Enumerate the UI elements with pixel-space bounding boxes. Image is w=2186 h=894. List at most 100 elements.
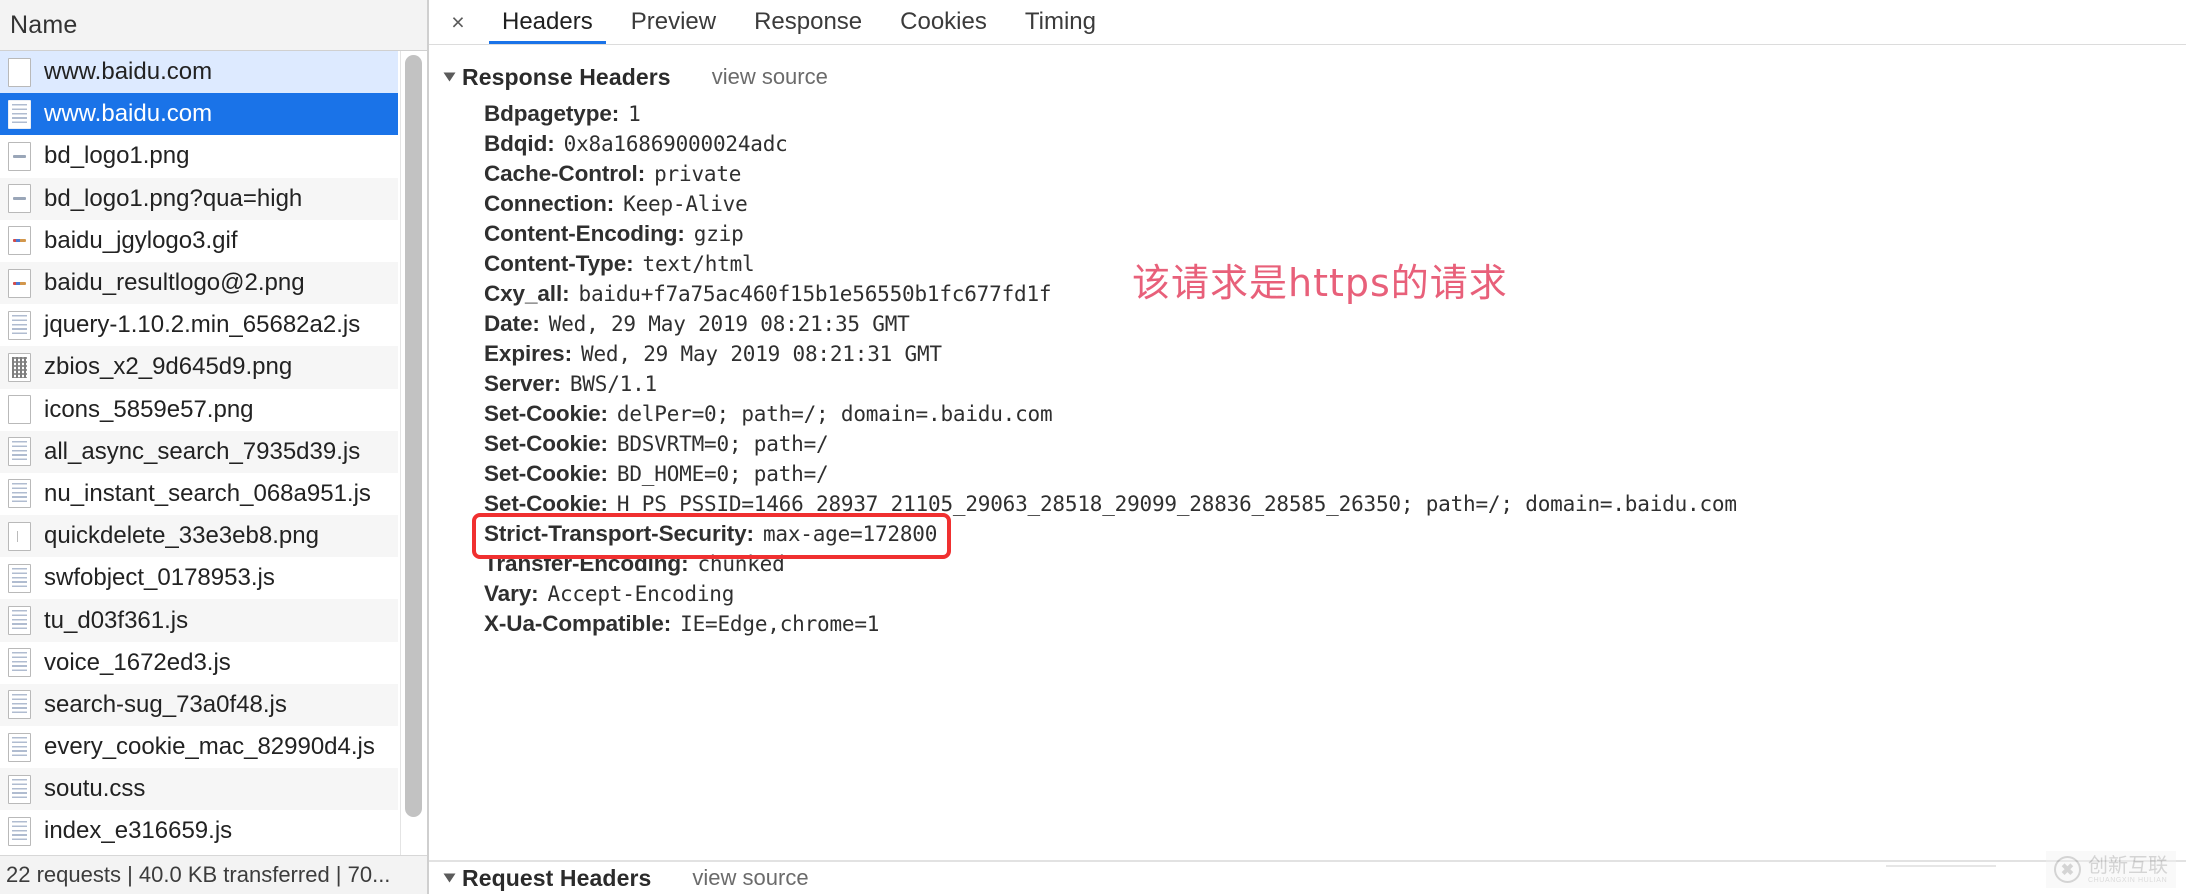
close-icon[interactable]: ×	[441, 5, 475, 39]
list-item[interactable]: bd_logo1.png?qua=high	[0, 177, 398, 220]
response-header-row[interactable]: Bdqid: 0x8a16869000024adc	[429, 131, 2186, 161]
request-headers-title: Request Headers	[462, 864, 652, 891]
watermark-rule	[1886, 865, 1996, 867]
img-mark	[13, 281, 26, 285]
list-item-label: www.baidu.com	[44, 58, 213, 86]
response-header-row[interactable]: X-Ua-Compatible: IE=Edge,chrome=1	[429, 611, 2186, 641]
response-headers-section: Response Headers view source Bdpagetype:…	[429, 45, 2186, 641]
list-item[interactable]: jquery-1.10.2.min_65682a2.js	[0, 304, 398, 347]
request-list[interactable]: www.baidu.com www.baidu.com bd_logo1.pngbd…	[0, 51, 398, 855]
chevron-down-icon-request[interactable]	[443, 873, 456, 883]
header-name: Set-Cookie:	[484, 491, 608, 516]
list-item[interactable]: swfobject_0178953.js	[0, 557, 398, 600]
header-name: Expires:	[484, 341, 572, 366]
list-item-label: every_cookie_mac_82990d4.js	[44, 733, 375, 761]
response-header-row[interactable]: Server: BWS/1.1	[429, 371, 2186, 401]
tab-timing[interactable]: Timing	[1006, 0, 1115, 44]
list-item[interactable]: all_async_search_7935d39.js	[0, 430, 398, 473]
img-mark	[13, 154, 26, 158]
chevron-down-icon[interactable]	[443, 72, 456, 82]
header-name: Content-Encoding:	[484, 221, 685, 246]
list-item[interactable]: baidu_resultlogo@2.png	[0, 261, 398, 305]
header-value: chunked	[697, 552, 785, 576]
status-bar-text: 22 requests | 40.0 KB transferred | 70..…	[6, 862, 391, 887]
list-item[interactable]: icons_5859e57.png	[0, 388, 398, 431]
list-item[interactable]: search-sug_73a0f48.js	[0, 683, 398, 726]
list-item[interactable]: tu_d03f361.js	[0, 599, 398, 642]
response-header-row[interactable]: Expires: Wed, 29 May 2019 08:21:31 GMT	[429, 341, 2186, 371]
document-icon	[8, 57, 31, 87]
list-item-label: icons_5859e57.png	[44, 395, 254, 423]
response-header-rows: Bdpagetype: 1 Bdqid: 0x8a16869000024adc Cach…	[429, 95, 2186, 641]
blank-image-icon	[8, 395, 31, 425]
doc-lines	[12, 652, 27, 674]
response-header-row[interactable]: Vary: Accept-Encoding	[429, 581, 2186, 611]
header-value: 0x8a16869000024adc	[563, 132, 788, 156]
list-item[interactable]: www.baidu.com	[0, 93, 398, 136]
response-header-row[interactable]: Set-Cookie: H_PS_PSSID=1466_28937_21105_2…	[429, 491, 2186, 521]
network-status-bar: 22 requests | 40.0 KB transferred | 70..…	[0, 855, 427, 894]
list-item[interactable]: soutu.css	[0, 768, 398, 811]
header-name: Set-Cookie:	[484, 401, 608, 426]
tab-response[interactable]: Response	[735, 0, 881, 44]
response-header-row[interactable]: Set-Cookie: BD_HOME=0; path=/	[429, 461, 2186, 491]
response-headers-title-row[interactable]: Response Headers view source	[429, 59, 2186, 95]
list-item[interactable]: voice_1672ed3.js	[0, 641, 398, 684]
tab-preview[interactable]: Preview	[612, 0, 735, 44]
doc-lines	[12, 610, 27, 632]
response-header-row[interactable]: Cache-Control: private	[429, 161, 2186, 191]
list-item[interactable]: bd_logo1.png	[0, 135, 398, 178]
response-header-row[interactable]: Bdpagetype: 1	[429, 101, 2186, 131]
tab-headers[interactable]: Headers	[483, 0, 612, 44]
script-icon	[8, 690, 31, 720]
column-header-name[interactable]: Name	[0, 0, 427, 51]
response-header-row[interactable]: Transfer-Encoding: chunked	[429, 551, 2186, 581]
response-view-source-link[interactable]: view source	[712, 64, 828, 90]
list-item-label: quickdelete_33e3eb8.png	[44, 522, 319, 550]
request-list-scrollbar[interactable]	[400, 51, 426, 855]
list-item-label: zbios_x2_9d645d9.png	[44, 353, 293, 381]
header-name: Bdpagetype:	[484, 101, 620, 126]
list-item[interactable]: quickdelete_33e3eb8.png	[0, 515, 398, 558]
header-value: BDSVRTM=0; path=/	[616, 432, 829, 456]
response-header-row[interactable]: Strict-Transport-Security: max-age=172800	[429, 521, 2186, 551]
list-item-label: bd_logo1.png	[44, 142, 190, 170]
list-item[interactable]: baidu_jgylogo3.gif	[0, 219, 398, 262]
header-value: Keep-Alive	[623, 192, 748, 216]
detail-tabs: Headers Preview Response Cookies Timing	[483, 0, 1115, 44]
img-mark	[13, 197, 26, 201]
list-item-label: jquery-1.10.2.min_65682a2.js	[44, 311, 361, 339]
list-item[interactable]: every_cookie_mac_82990d4.js	[0, 726, 398, 769]
list-item-label: bd_logo1.png?qua=high	[44, 184, 303, 212]
header-value: gzip	[693, 222, 744, 246]
scrollbar-thumb[interactable]	[405, 55, 422, 817]
header-value: 1	[628, 102, 641, 126]
script-icon	[8, 563, 31, 593]
list-item-label: search-sug_73a0f48.js	[44, 690, 287, 718]
tiny-image-icon	[8, 521, 31, 551]
tab-cookies[interactable]: Cookies	[881, 0, 1006, 44]
header-value: H_PS_PSSID=1466_28937_21105_29063_28518_…	[616, 492, 1737, 516]
header-name: Server:	[484, 371, 561, 396]
qr-mark	[12, 356, 27, 378]
list-item[interactable]: www.baidu.com	[0, 51, 398, 94]
list-item[interactable]: nu_instant_search_068a951.js	[0, 472, 398, 516]
script-icon	[8, 648, 31, 678]
response-header-row[interactable]: Connection: Keep-Alive	[429, 191, 2186, 221]
response-header-row[interactable]: Content-Encoding: gzip	[429, 221, 2186, 251]
list-item-label: tu_d03f361.js	[44, 606, 189, 634]
request-view-source-link[interactable]: view source	[692, 865, 808, 891]
header-name: Cache-Control:	[484, 161, 646, 186]
image-icon	[8, 141, 31, 171]
tiny-mark	[17, 530, 22, 542]
column-header-label: Name	[10, 10, 78, 39]
script-icon	[8, 816, 31, 846]
image-color-icon	[8, 226, 31, 256]
response-header-row[interactable]: Date: Wed, 29 May 2019 08:21:35 GMT	[429, 311, 2186, 341]
doc-lines	[12, 820, 27, 842]
response-header-row[interactable]: Set-Cookie: delPer=0; path=/; domain=.bai…	[429, 401, 2186, 431]
header-value: IE=Edge,chrome=1	[680, 612, 880, 636]
response-header-row[interactable]: Set-Cookie: BDSVRTM=0; path=/	[429, 431, 2186, 461]
list-item[interactable]: index_e316659.js	[0, 810, 398, 853]
list-item[interactable]: zbios_x2_9d645d9.png	[0, 346, 398, 389]
